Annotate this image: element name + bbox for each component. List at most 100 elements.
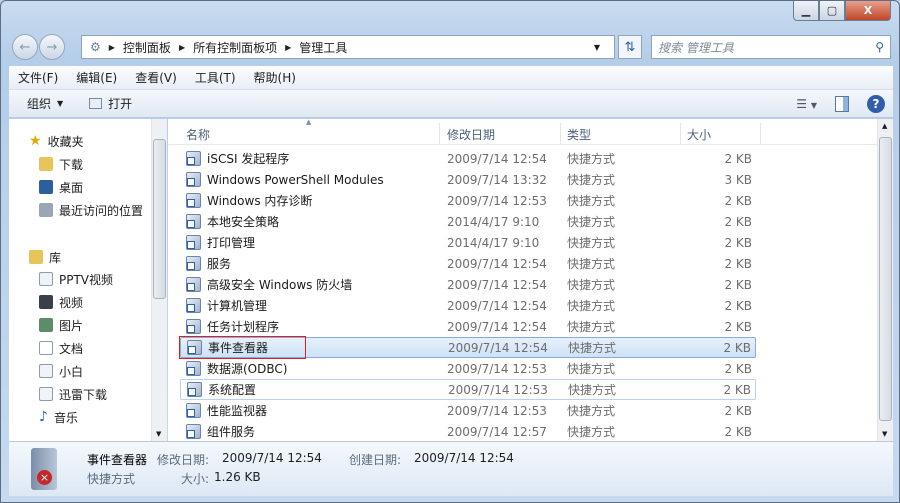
refresh-button[interactable]: ⇅ bbox=[618, 35, 642, 59]
menu-file[interactable]: 文件(F) bbox=[9, 69, 67, 86]
file-type: 快捷方式 bbox=[567, 194, 616, 208]
search-icon[interactable]: ⚲ bbox=[875, 40, 884, 54]
sidebar-item-music[interactable]: ♪ 音乐 bbox=[39, 407, 78, 427]
sidebar-item-xiaobai[interactable]: 小白 bbox=[39, 361, 83, 381]
breadcrumb-item[interactable]: 管理工具 bbox=[299, 39, 347, 56]
file-row[interactable]: 性能监视器 2009/7/14 12:53 快捷方式 2 KB bbox=[180, 400, 756, 421]
file-row[interactable]: 本地安全策略 2014/4/17 9:10 快捷方式 2 KB bbox=[180, 211, 756, 232]
menu-tools[interactable]: 工具(T) bbox=[186, 69, 245, 86]
chevron-down-icon[interactable]: ▼ bbox=[594, 43, 600, 52]
column-size[interactable]: 大小 bbox=[687, 126, 711, 143]
file-row[interactable]: Windows PowerShell Modules 2009/7/14 13:… bbox=[180, 169, 756, 190]
shortcut-icon bbox=[186, 298, 201, 313]
file-row[interactable]: 任务计划程序 2009/7/14 12:54 快捷方式 2 KB bbox=[180, 316, 756, 337]
chevron-right-icon[interactable]: ▶ bbox=[179, 43, 185, 52]
file-size: 2 KB bbox=[724, 256, 752, 271]
file-size: 2 KB bbox=[724, 319, 752, 334]
sidebar-item-downloads[interactable]: 下载 bbox=[39, 154, 83, 174]
file-row[interactable]: 打印管理 2014/4/17 9:10 快捷方式 2 KB bbox=[180, 232, 756, 253]
scrollbar-thumb[interactable] bbox=[153, 139, 166, 299]
menu-view[interactable]: 查看(V) bbox=[126, 69, 186, 86]
maximize-button[interactable]: ▢ bbox=[819, 1, 845, 21]
sidebar-item-documents[interactable]: 文档 bbox=[39, 338, 83, 358]
sidebar-label: 视频 bbox=[59, 295, 84, 310]
address-bar[interactable]: ⚙ ▶ 控制面板 ▶ 所有控制面板项 ▶ 管理工具 ▼ bbox=[81, 35, 615, 59]
file-date: 2009/7/14 12:57 bbox=[447, 424, 547, 439]
shortcut-icon bbox=[186, 235, 201, 250]
window-controls: ▁ ▢ X bbox=[793, 1, 891, 21]
shortcut-icon bbox=[186, 403, 201, 418]
file-type: 快捷方式 bbox=[567, 404, 616, 418]
sidebar-item-recent[interactable]: 最近访问的位置 bbox=[39, 200, 143, 220]
file-list-scrollbar[interactable]: ▲ ▼ bbox=[877, 119, 893, 441]
view-options-button[interactable]: ☰ ▼ bbox=[796, 97, 817, 111]
file-row[interactable]: 高级安全 Windows 防火墙 2009/7/14 12:54 快捷方式 2 … bbox=[180, 274, 756, 295]
file-row[interactable]: 数据源(ODBC) 2009/7/14 12:53 快捷方式 2 KB bbox=[180, 358, 756, 379]
details-modified: 2009/7/14 12:54 bbox=[222, 451, 322, 465]
file-name: 打印管理 bbox=[207, 236, 256, 250]
file-name: Windows PowerShell Modules bbox=[207, 172, 384, 187]
file-row[interactable]: Windows 内存诊断 2009/7/14 12:53 快捷方式 2 KB bbox=[180, 190, 756, 211]
file-size: 2 KB bbox=[723, 382, 751, 397]
scrollbar-thumb[interactable] bbox=[879, 137, 892, 421]
scroll-up-icon[interactable]: ▲ bbox=[882, 122, 887, 130]
file-name: 性能监视器 bbox=[207, 404, 268, 418]
back-button[interactable]: ← bbox=[12, 34, 38, 60]
file-date: 2009/7/14 12:54 bbox=[448, 340, 548, 355]
file-date: 2009/7/14 12:54 bbox=[447, 151, 547, 166]
file-row[interactable]: 服务 2009/7/14 12:54 快捷方式 2 KB bbox=[180, 253, 756, 274]
file-date: 2009/7/14 13:32 bbox=[447, 172, 547, 187]
chevron-right-icon[interactable]: ▶ bbox=[285, 43, 291, 52]
sidebar-label: 收藏夹 bbox=[47, 134, 84, 149]
forward-button[interactable]: → bbox=[39, 34, 65, 60]
file-name: 计算机管理 bbox=[207, 299, 268, 313]
scroll-down-icon[interactable]: ▼ bbox=[882, 430, 887, 438]
breadcrumb-item[interactable]: 所有控制面板项 bbox=[193, 39, 277, 56]
file-name: 任务计划程序 bbox=[207, 320, 280, 334]
help-button[interactable]: ? bbox=[867, 94, 885, 113]
sidebar-label: 迅雷下载 bbox=[59, 387, 108, 402]
file-type: 快捷方式 bbox=[568, 383, 617, 397]
menu-help[interactable]: 帮助(H) bbox=[245, 69, 305, 86]
sidebar-scrollbar[interactable]: ▼ bbox=[151, 119, 167, 441]
file-row[interactable]: 计算机管理 2009/7/14 12:54 快捷方式 2 KB bbox=[180, 295, 756, 316]
column-type[interactable]: 类型 bbox=[567, 126, 591, 143]
close-button[interactable]: X bbox=[845, 1, 891, 21]
column-date[interactable]: 修改日期 bbox=[447, 126, 495, 143]
column-name[interactable]: 名称 bbox=[186, 126, 210, 143]
organize-button[interactable]: 组织 ▼ bbox=[19, 95, 71, 112]
details-pane: 事件查看器 修改日期: 2009/7/14 12:54 创建日期: 2009/7… bbox=[9, 441, 893, 496]
file-date: 2009/7/14 12:53 bbox=[448, 382, 548, 397]
minimize-button[interactable]: ▁ bbox=[793, 1, 819, 21]
search-input[interactable]: 搜索 管理工具 ⚲ bbox=[651, 35, 891, 59]
sidebar-item-thunder[interactable]: 迅雷下载 bbox=[39, 384, 107, 404]
file-row[interactable]: iSCSI 发起程序 2009/7/14 12:54 快捷方式 2 KB bbox=[180, 148, 756, 169]
chevron-right-icon[interactable]: ▶ bbox=[109, 43, 115, 52]
open-button[interactable]: 打开 bbox=[81, 95, 140, 112]
sidebar-item-desktop[interactable]: 桌面 bbox=[39, 177, 83, 197]
navigation-pane: ★ 收藏夹 下载 桌面 最近访问的位置 库 PPTV视频 视频 图片 文档 小白 … bbox=[9, 119, 167, 441]
file-row[interactable]: 组件服务 2009/7/14 12:57 快捷方式 2 KB bbox=[180, 421, 756, 442]
sidebar-libraries[interactable]: 库 bbox=[29, 247, 61, 267]
breadcrumb-item[interactable]: 控制面板 bbox=[123, 39, 171, 56]
star-icon: ★ bbox=[29, 133, 42, 149]
file-row[interactable]: 系统配置 2009/7/14 12:53 快捷方式 2 KB bbox=[180, 379, 756, 400]
sidebar-favorites[interactable]: ★ 收藏夹 bbox=[29, 131, 84, 151]
nav-buttons: ← → bbox=[12, 34, 65, 60]
file-date: 2014/4/17 9:10 bbox=[447, 235, 540, 250]
file-name: iSCSI 发起程序 bbox=[207, 152, 290, 166]
preview-pane-button[interactable] bbox=[835, 95, 849, 112]
menu-edit[interactable]: 编辑(E) bbox=[67, 69, 126, 86]
toolbar: 组织 ▼ 打开 ☰ ▼ ? bbox=[9, 90, 893, 118]
sidebar-item-pptv[interactable]: PPTV视频 bbox=[39, 269, 113, 289]
file-name: 本地安全策略 bbox=[207, 215, 280, 229]
sidebar-item-videos[interactable]: 视频 bbox=[39, 292, 83, 312]
shortcut-icon bbox=[187, 382, 202, 397]
file-name: Windows 内存诊断 bbox=[207, 194, 313, 208]
file-size: 2 KB bbox=[724, 361, 752, 376]
file-size: 3 KB bbox=[724, 172, 752, 187]
sidebar-item-pictures[interactable]: 图片 bbox=[39, 315, 83, 335]
library-folder-icon bbox=[39, 272, 53, 286]
file-date: 2009/7/14 12:54 bbox=[447, 298, 547, 313]
scroll-down-icon[interactable]: ▼ bbox=[156, 430, 161, 438]
